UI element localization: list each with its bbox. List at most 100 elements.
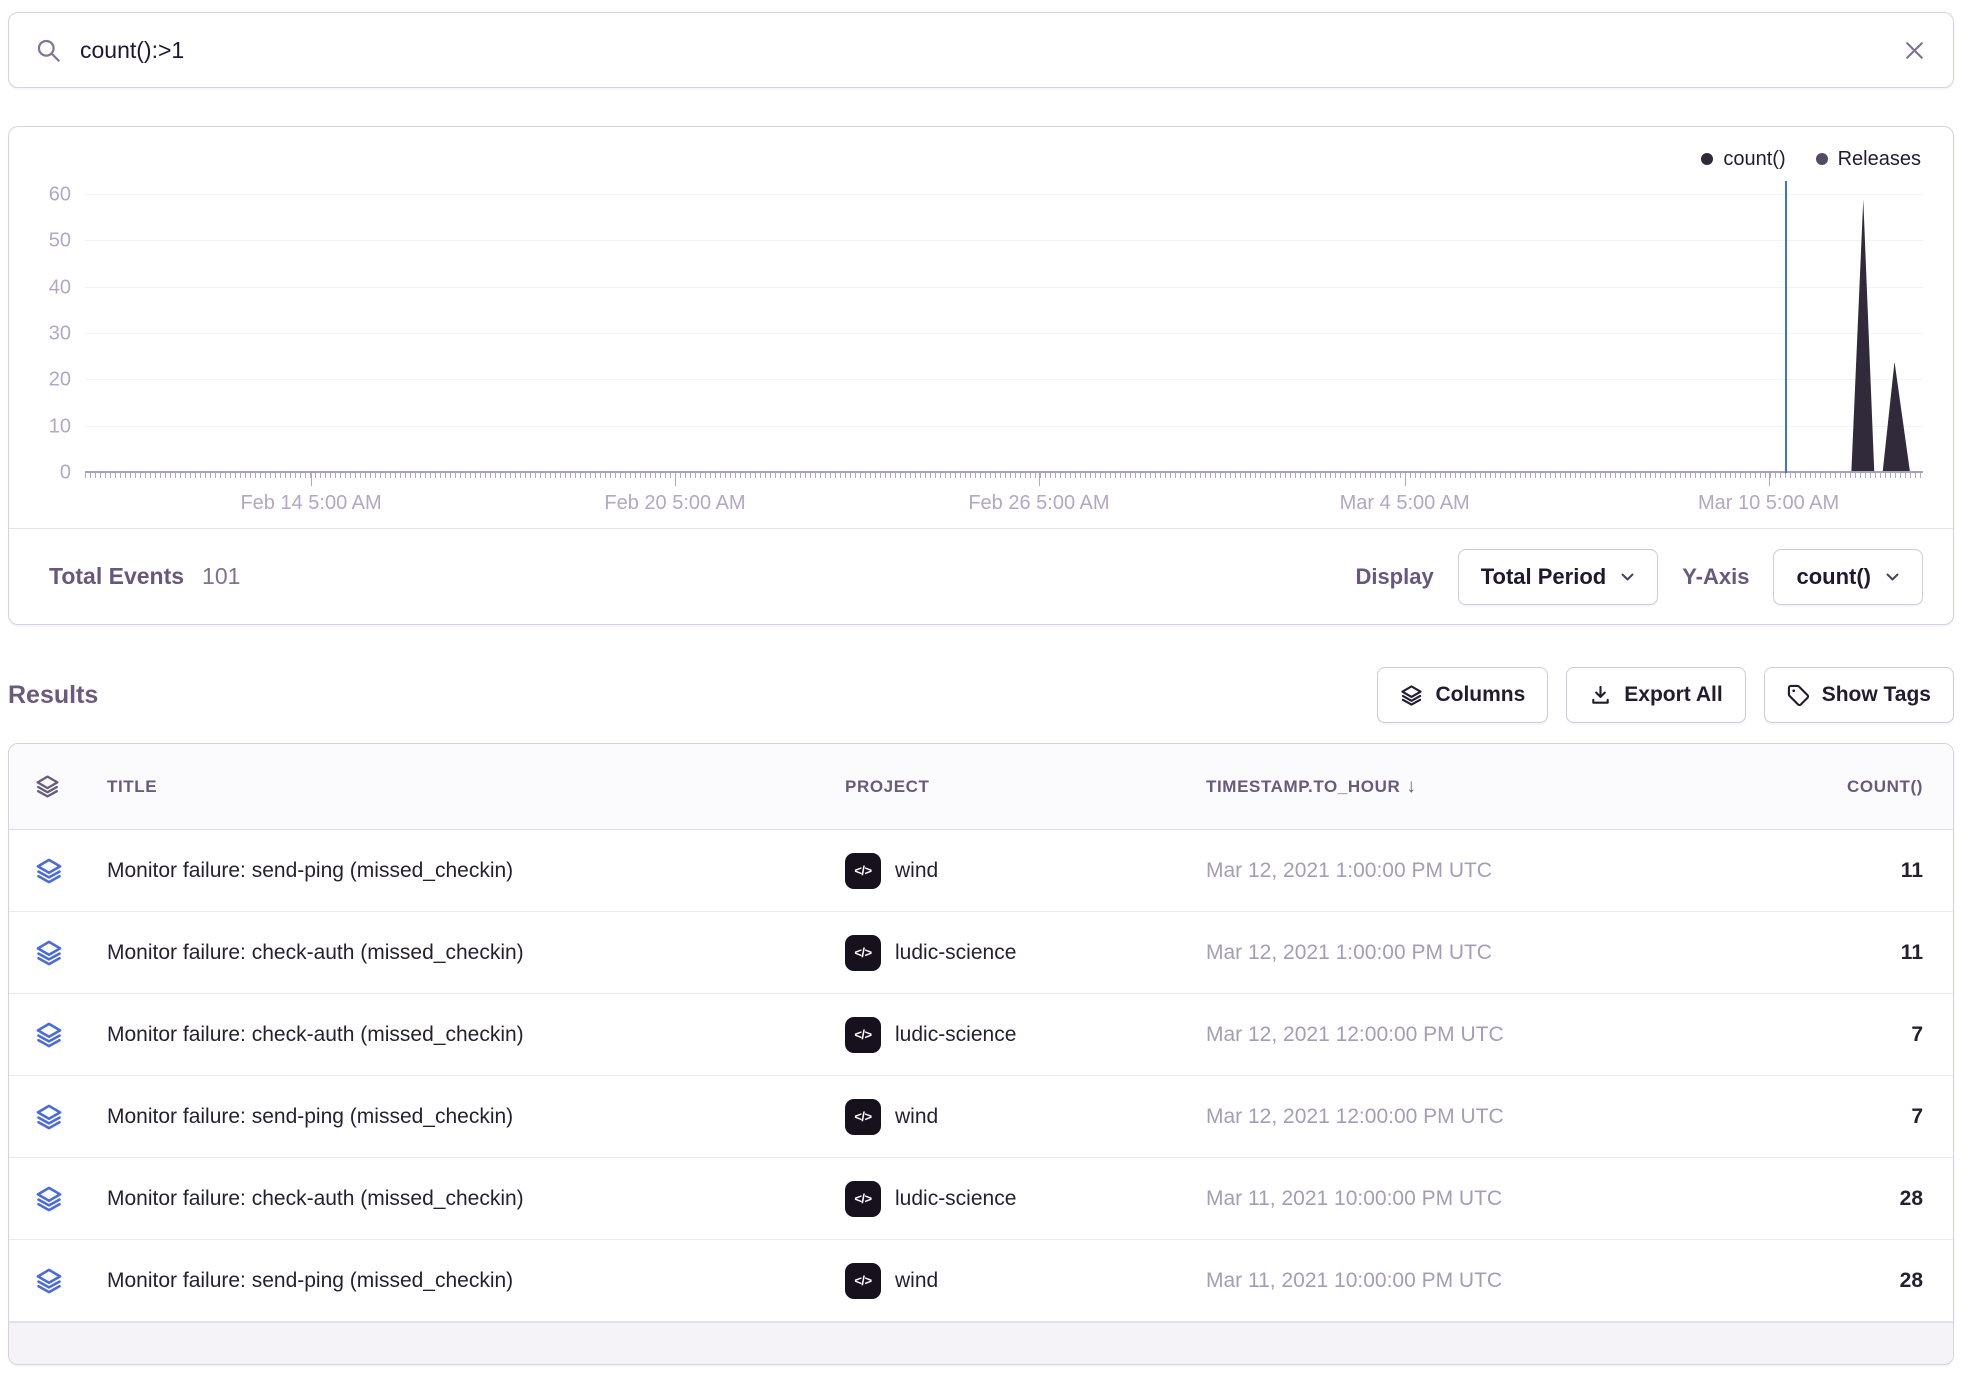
table-row[interactable]: Monitor failure: send-ping (missed_check… (9, 1240, 1953, 1322)
row-stack-cell[interactable] (35, 857, 107, 885)
y-tick-label: 60 (49, 183, 71, 206)
y-tick-label: 30 (49, 322, 71, 345)
row-project[interactable]: </> ludic-science (845, 1017, 1206, 1053)
display-dropdown[interactable]: Total Period (1458, 549, 1659, 605)
yaxis-dropdown[interactable]: count() (1773, 549, 1923, 605)
export-all-button[interactable]: Export All (1566, 667, 1745, 723)
search-input[interactable]: count():>1 (80, 37, 1884, 64)
project-platform-icon: </> (845, 1017, 881, 1053)
row-stack-cell[interactable] (35, 939, 107, 967)
y-tick-label: 10 (49, 415, 71, 438)
legend-item-releases[interactable]: Releases (1816, 148, 1921, 171)
row-count: 7 (1783, 1023, 1923, 1047)
row-title[interactable]: Monitor failure: send-ping (missed_check… (107, 1105, 845, 1129)
search-icon (35, 37, 62, 64)
table-row[interactable]: Monitor failure: check-auth (missed_chec… (9, 1158, 1953, 1240)
layers-icon (35, 1185, 63, 1213)
layers-icon (1400, 684, 1423, 707)
project-name: ludic-science (895, 1023, 1016, 1047)
events-chart-panel: count() Releases 0102030405060 Feb 14 5:… (8, 126, 1954, 625)
row-stack-cell[interactable] (35, 1021, 107, 1049)
row-title[interactable]: Monitor failure: send-ping (missed_check… (107, 859, 845, 883)
project-platform-icon: </> (845, 935, 881, 971)
x-major-tick (1039, 473, 1040, 486)
x-major-tick (675, 473, 676, 486)
column-header-title[interactable]: TITLE (107, 777, 845, 797)
layers-icon (35, 774, 60, 799)
x-axis-labels: Feb 14 5:00 AM Feb 20 5:00 AM Feb 26 5:00 … (85, 478, 1923, 524)
results-heading: Results (8, 681, 98, 710)
project-name: wind (895, 859, 938, 883)
layers-icon (35, 857, 63, 885)
display-dropdown-value: Total Period (1481, 564, 1607, 590)
x-tick-label: Feb 26 5:00 AM (968, 492, 1109, 515)
row-title[interactable]: Monitor failure: send-ping (missed_check… (107, 1269, 845, 1293)
releases-series-dot-icon (1816, 153, 1828, 165)
row-project[interactable]: </> ludic-science (845, 935, 1206, 971)
row-stack-cell[interactable] (35, 1267, 107, 1295)
legend-item-count[interactable]: count() (1701, 148, 1785, 171)
row-count: 11 (1783, 859, 1923, 883)
table-body: Monitor failure: send-ping (missed_check… (9, 830, 1953, 1322)
project-platform-icon: </> (845, 853, 881, 889)
row-title[interactable]: Monitor failure: check-auth (missed_chec… (107, 1187, 845, 1211)
row-project[interactable]: </> wind (845, 853, 1206, 889)
project-platform-icon: </> (845, 1263, 881, 1299)
table-header-row: TITLE PROJECT TIMESTAMP.TO_HOUR ↓ COUNT(… (9, 744, 1953, 830)
x-major-tick (1405, 473, 1406, 486)
table-row[interactable]: Monitor failure: send-ping (missed_check… (9, 830, 1953, 912)
x-tick-label: Feb 14 5:00 AM (240, 492, 381, 515)
row-stack-cell[interactable] (35, 1103, 107, 1131)
chart-plot-area[interactable] (85, 181, 1923, 473)
x-tick-label: Mar 4 5:00 AM (1340, 492, 1470, 515)
sort-desc-icon: ↓ (1406, 776, 1416, 798)
y-axis-labels: 0102030405060 (23, 181, 85, 473)
project-platform-icon: </> (845, 1181, 881, 1217)
row-timestamp: Mar 12, 2021 1:00:00 PM UTC (1206, 941, 1783, 965)
row-timestamp: Mar 11, 2021 10:00:00 PM UTC (1206, 1187, 1783, 1211)
close-icon (1902, 38, 1927, 63)
show-tags-button-label: Show Tags (1822, 683, 1931, 707)
column-header-timestamp-label: TIMESTAMP.TO_HOUR (1206, 777, 1400, 797)
row-title[interactable]: Monitor failure: check-auth (missed_chec… (107, 1023, 845, 1047)
row-count: 28 (1783, 1187, 1923, 1211)
row-count: 7 (1783, 1105, 1923, 1129)
count-area-series (85, 181, 1923, 473)
row-stack-cell[interactable] (35, 1185, 107, 1213)
column-header-project[interactable]: PROJECT (845, 777, 1206, 797)
column-header-count[interactable]: COUNT() (1783, 777, 1923, 797)
layers-icon (35, 1021, 63, 1049)
row-timestamp: Mar 12, 2021 12:00:00 PM UTC (1206, 1105, 1783, 1129)
release-marker-line[interactable] (1785, 181, 1787, 473)
row-project[interactable]: </> wind (845, 1263, 1206, 1299)
legend-label: count() (1723, 148, 1785, 171)
download-icon (1589, 684, 1612, 707)
table-footer (9, 1322, 1953, 1364)
export-all-button-label: Export All (1624, 683, 1722, 707)
table-row[interactable]: Monitor failure: send-ping (missed_check… (9, 1076, 1953, 1158)
row-project[interactable]: </> ludic-science (845, 1181, 1206, 1217)
x-tick-label: Feb 20 5:00 AM (604, 492, 745, 515)
layers-icon (35, 1103, 63, 1131)
table-row[interactable]: Monitor failure: check-auth (missed_chec… (9, 912, 1953, 994)
columns-button-label: Columns (1435, 683, 1525, 707)
project-name: wind (895, 1105, 938, 1129)
row-project[interactable]: </> wind (845, 1099, 1206, 1135)
show-tags-button[interactable]: Show Tags (1764, 667, 1954, 723)
yaxis-label: Y-Axis (1682, 564, 1749, 590)
total-events-value: 101 (202, 563, 240, 590)
x-major-tick (311, 473, 312, 486)
table-row[interactable]: Monitor failure: check-auth (missed_chec… (9, 994, 1953, 1076)
clear-search-button[interactable] (1902, 38, 1927, 63)
row-timestamp: Mar 12, 2021 1:00:00 PM UTC (1206, 859, 1783, 883)
yaxis-dropdown-value: count() (1796, 564, 1871, 590)
tag-icon (1787, 684, 1810, 707)
row-timestamp: Mar 11, 2021 10:00:00 PM UTC (1206, 1269, 1783, 1293)
chevron-down-icon (1885, 571, 1900, 583)
search-bar[interactable]: count():>1 (8, 12, 1954, 88)
project-name: ludic-science (895, 941, 1016, 965)
column-header-timestamp[interactable]: TIMESTAMP.TO_HOUR ↓ (1206, 776, 1783, 798)
columns-button[interactable]: Columns (1377, 667, 1548, 723)
row-title[interactable]: Monitor failure: check-auth (missed_chec… (107, 941, 845, 965)
chart-body: 0102030405060 Feb 14 5:00 AM Feb 20 5:00 … (9, 179, 1953, 524)
